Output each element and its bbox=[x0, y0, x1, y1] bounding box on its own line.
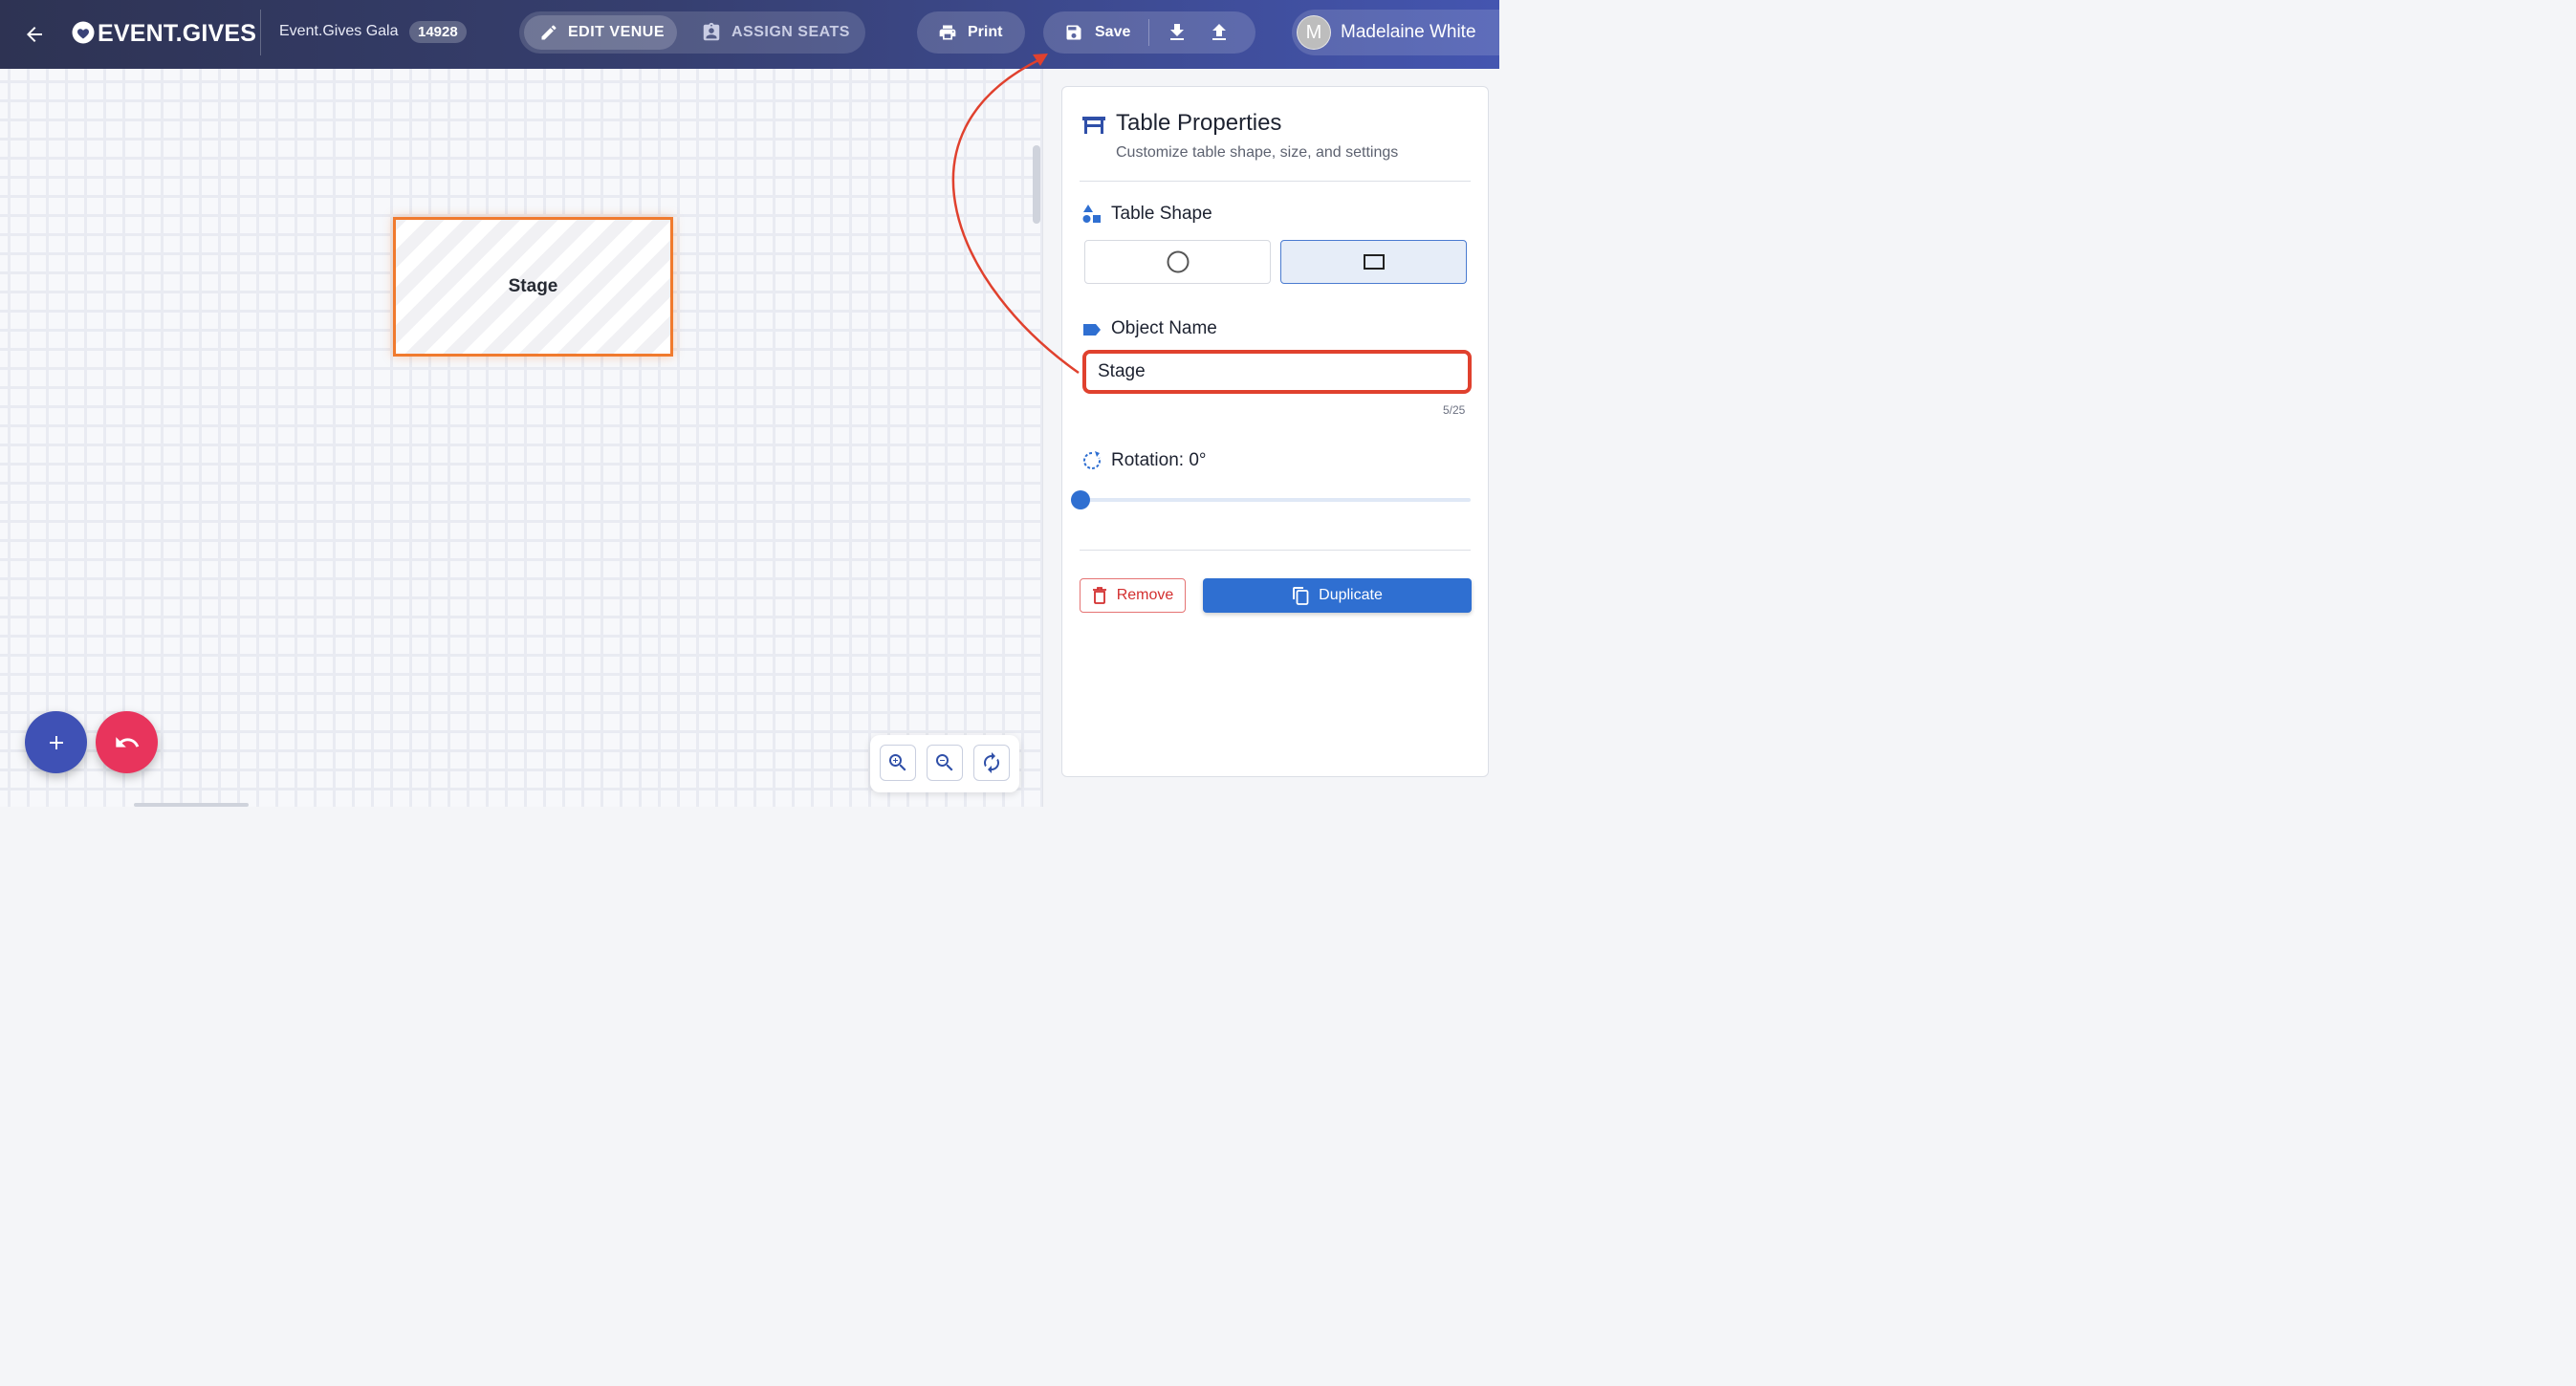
download-icon bbox=[1170, 24, 1184, 40]
panel-subtitle: Customize table shape, size, and setting… bbox=[1116, 144, 1399, 161]
label-tag-icon bbox=[1083, 324, 1101, 336]
rectangle-shape-option[interactable] bbox=[1280, 240, 1467, 284]
vertical-scrollbar[interactable] bbox=[1033, 145, 1040, 224]
edit-venue-tab[interactable]: EDIT VENUE bbox=[524, 15, 677, 50]
assignment-person-icon bbox=[703, 22, 720, 41]
rotate-icon bbox=[1083, 451, 1101, 469]
zoom-out-icon bbox=[936, 754, 953, 771]
top-app-bar: EVENT.GIVES Event.Gives Gala 14928 EDIT … bbox=[0, 0, 1499, 69]
table-shape-label: Table Shape bbox=[1111, 204, 1212, 224]
header-divider bbox=[260, 10, 261, 55]
object-name-field[interactable] bbox=[1082, 350, 1472, 394]
add-object-button[interactable] bbox=[25, 711, 87, 773]
remove-button[interactable]: Remove bbox=[1080, 578, 1186, 613]
character-counter: 5/25 bbox=[1443, 403, 1466, 417]
object-name-label: Object Name bbox=[1111, 318, 1217, 338]
save-label: Save bbox=[1095, 24, 1131, 40]
venue-canvas[interactable]: Stage bbox=[0, 69, 1042, 807]
stage-object[interactable]: Stage bbox=[393, 217, 673, 357]
refresh-icon bbox=[984, 752, 999, 773]
divider bbox=[1080, 181, 1471, 182]
save-group-separator bbox=[1148, 19, 1149, 46]
printer-icon bbox=[939, 25, 956, 40]
zoom-out-button[interactable] bbox=[927, 745, 963, 781]
event-name: Event.Gives Gala bbox=[279, 23, 399, 39]
zoom-in-button[interactable] bbox=[880, 745, 916, 781]
back-arrow-icon[interactable] bbox=[19, 19, 50, 50]
floppy-disk-icon bbox=[1066, 25, 1081, 40]
user-name: Madelaine White bbox=[1341, 22, 1476, 42]
event-gives-logo[interactable]: EVENT.GIVES bbox=[71, 17, 256, 50]
shapes-icon bbox=[1082, 205, 1101, 223]
avatar: M bbox=[1297, 15, 1331, 50]
table-properties-panel: Table Properties Customize table shape, … bbox=[1061, 86, 1489, 777]
table-icon bbox=[1082, 117, 1105, 134]
download-button[interactable] bbox=[1166, 21, 1189, 44]
panel-title: Table Properties bbox=[1116, 110, 1282, 136]
user-menu[interactable]: M Madelaine White bbox=[1292, 10, 1499, 55]
rotation-label: Rotation: 0° bbox=[1111, 450, 1207, 470]
circle-icon bbox=[1167, 250, 1189, 273]
assign-seats-tab[interactable]: ASSIGN SEATS bbox=[695, 15, 860, 50]
stage-object-label: Stage bbox=[508, 276, 558, 296]
event-id-badge: 14928 bbox=[409, 21, 467, 43]
duplicate-label: Duplicate bbox=[1319, 587, 1383, 603]
save-group: Save bbox=[1043, 11, 1255, 54]
save-button[interactable]: Save bbox=[1043, 11, 1148, 54]
logo-text: EVENT.GIVES bbox=[98, 19, 257, 47]
copy-icon bbox=[1293, 587, 1309, 605]
square-icon bbox=[1363, 254, 1385, 270]
mode-toggle: EDIT VENUE ASSIGN SEATS bbox=[519, 11, 865, 54]
heart-logo-icon bbox=[72, 21, 95, 44]
upload-button[interactable] bbox=[1208, 21, 1231, 44]
undo-icon bbox=[115, 736, 139, 747]
zoom-in-icon bbox=[889, 754, 906, 771]
rotation-slider-track[interactable] bbox=[1080, 498, 1471, 502]
zoom-controls bbox=[870, 735, 1019, 792]
trash-icon bbox=[1092, 587, 1106, 604]
divider bbox=[1080, 550, 1471, 551]
assign-seats-label: ASSIGN SEATS bbox=[731, 24, 850, 40]
plus-icon bbox=[49, 735, 63, 749]
remove-label: Remove bbox=[1116, 587, 1174, 603]
pencil-icon bbox=[541, 25, 557, 40]
duplicate-button[interactable]: Duplicate bbox=[1203, 578, 1472, 613]
undo-button[interactable] bbox=[96, 711, 158, 773]
upload-icon bbox=[1212, 24, 1226, 40]
round-shape-option[interactable] bbox=[1084, 240, 1271, 284]
reset-view-button[interactable] bbox=[973, 745, 1010, 781]
edit-venue-label: EDIT VENUE bbox=[568, 24, 666, 40]
rotation-slider-thumb[interactable] bbox=[1071, 490, 1090, 509]
horizontal-scrollbar[interactable] bbox=[134, 803, 249, 807]
print-label: Print bbox=[968, 24, 1003, 40]
print-button[interactable]: Print bbox=[917, 11, 1025, 54]
